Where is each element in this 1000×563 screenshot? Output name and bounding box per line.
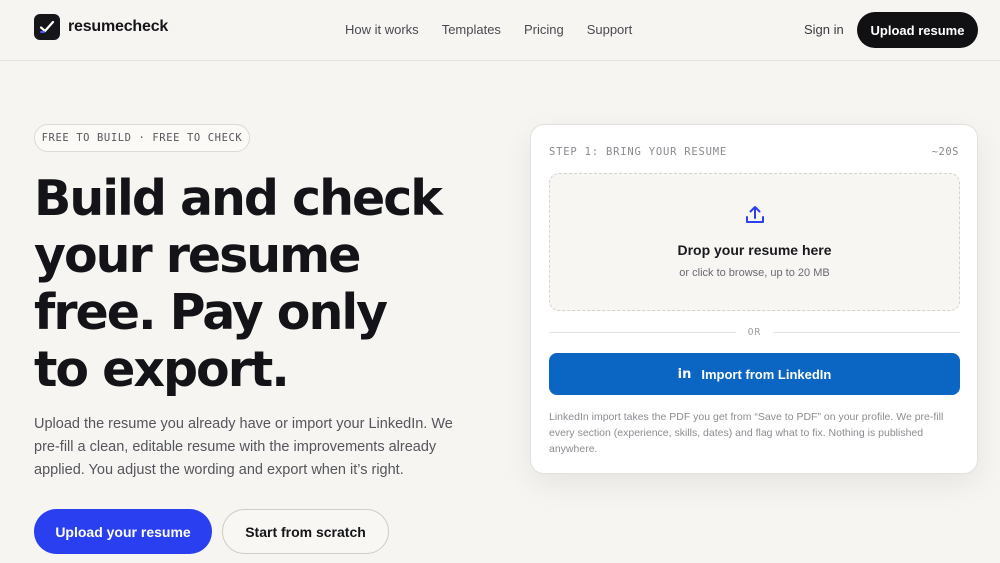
- linkedin-note: LinkedIn import takes the PDF you get fr…: [549, 411, 944, 455]
- brand-name: resumecheck: [68, 18, 169, 35]
- nav-how-it-works[interactable]: How it works: [345, 22, 419, 37]
- drop-subtitle: or click to browse, up to 20 MB: [679, 267, 830, 279]
- headline-line: Build and check: [34, 170, 443, 227]
- import-linkedin-button[interactable]: in Import from LinkedIn: [549, 353, 960, 395]
- nav-templates[interactable]: Templates: [442, 22, 501, 37]
- step-label: STEP 1: BRING YOUR RESUME: [549, 146, 728, 158]
- start-from-scratch-button[interactable]: Start from scratch: [222, 509, 389, 554]
- site-header: resumecheck How it works Templates Prici…: [0, 0, 1000, 61]
- sign-in-link[interactable]: Sign in: [804, 22, 844, 37]
- free-badge: FREE TO BUILD · FREE TO CHECK: [34, 124, 250, 152]
- linkedin-icon: in: [677, 366, 692, 382]
- hero-subcopy: Upload the resume you already have or im…: [34, 416, 453, 478]
- headline-line: to export.: [34, 341, 290, 398]
- or-divider: OR: [549, 325, 961, 339]
- logo[interactable]: resumecheck: [34, 14, 168, 40]
- headline-line: free. Pay only: [34, 284, 388, 341]
- step-time: ~20S: [931, 146, 959, 158]
- upload-card: STEP 1: BRING YOUR RESUME ~20S Drop your…: [530, 124, 978, 474]
- headline-line: your resume: [34, 227, 361, 284]
- linkedin-label: Import from LinkedIn: [701, 366, 832, 382]
- divider-line: [773, 331, 961, 333]
- upload-your-resume-button[interactable]: Upload your resume: [34, 509, 212, 554]
- upload-resume-button[interactable]: Upload resume: [857, 12, 978, 48]
- resume-dropzone[interactable]: Drop your resume here or click to browse…: [549, 173, 960, 311]
- check-icon: [34, 14, 60, 40]
- nav-pricing[interactable]: Pricing: [524, 22, 564, 37]
- or-text: OR: [747, 326, 762, 338]
- upload-icon: [746, 206, 764, 223]
- hero-headline: Build and check your resume free. Pay on…: [34, 170, 494, 398]
- divider-line: [549, 331, 736, 333]
- main-nav: How it works Templates Pricing Support: [345, 22, 632, 37]
- nav-support[interactable]: Support: [587, 22, 633, 37]
- drop-title: Drop your resume here: [677, 242, 832, 258]
